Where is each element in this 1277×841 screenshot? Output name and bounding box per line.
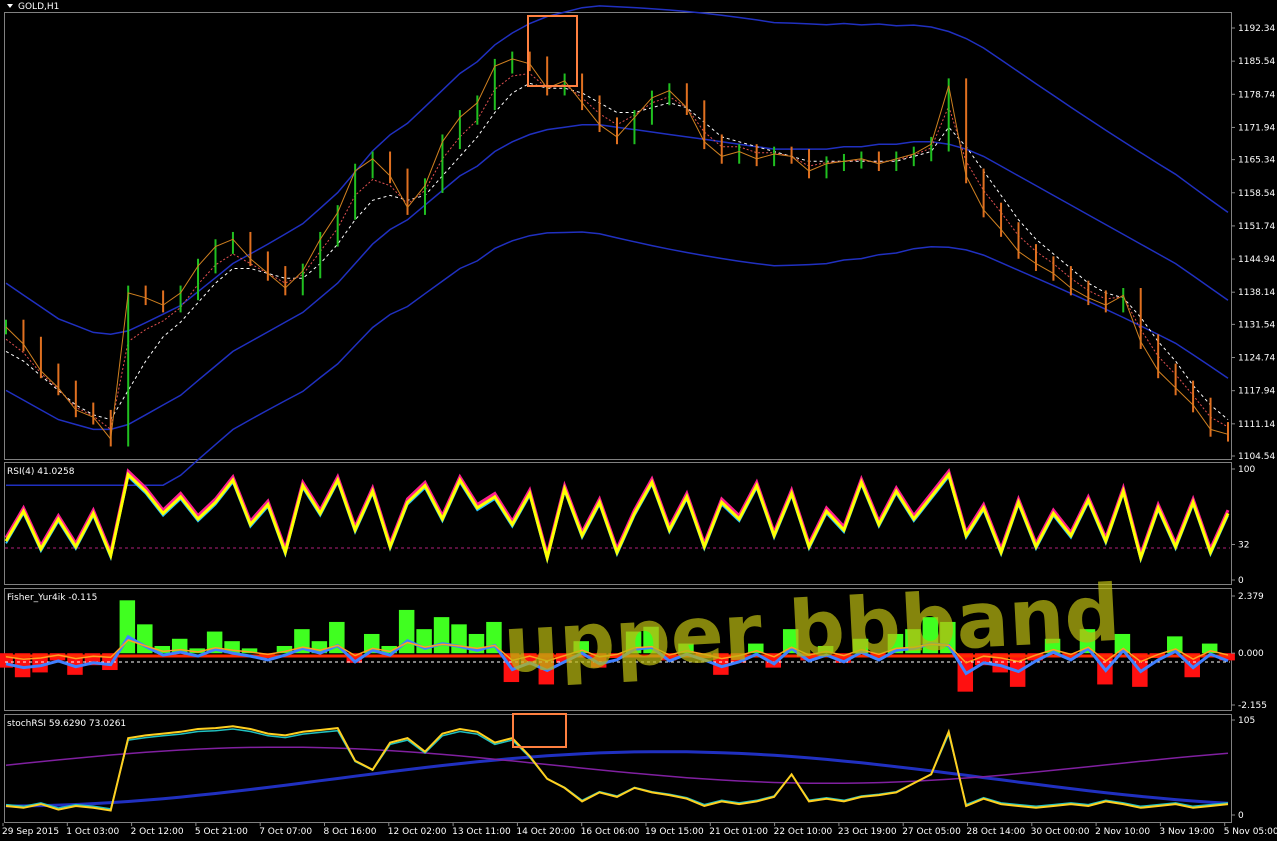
bollinger-bands [5, 5, 1229, 486]
x-tick-label: 14 Oct 20:00 [516, 827, 575, 837]
highlight-box-price [527, 15, 578, 87]
x-tick-label: 29 Sep 2015 [2, 827, 59, 837]
x-tick-label: 8 Oct 16:00 [324, 827, 377, 837]
fisher-title: Fisher_Yur4ik -0.115 [7, 593, 97, 603]
y-tick-label: 1117.94 [1238, 387, 1275, 397]
y-tick-label: 1131.54 [1238, 320, 1275, 330]
main-panel-frame [4, 12, 1232, 460]
x-tick-label: 27 Oct 05:00 [902, 827, 961, 837]
chart-canvas: GOLD,H1 1192.34 1185.54 1178.74 1171.94 1165… [0, 2, 1277, 837]
x-tick-label: 2 Nov 10:00 [1095, 827, 1150, 837]
y-tick-label: 2.379 [1238, 592, 1264, 602]
price-panel: GOLD,H1 1192.34 1185.54 1178.74 1171.94 1165… [5, 2, 1275, 486]
x-tick-label: 22 Oct 10:00 [774, 827, 833, 837]
y-tick-label: 1124.74 [1238, 354, 1275, 364]
x-tick-label: 28 Oct 14:00 [967, 827, 1026, 837]
y-tick-label: 1192.34 [1238, 24, 1275, 34]
y-tick-label: 0 [1238, 576, 1244, 586]
price-axis-ticks: 1192.34 1185.54 1178.74 1171.94 1165.34 1158.… [1231, 24, 1275, 462]
fisher-axis-ticks: 2.379 0.000 -2.155 [1231, 592, 1267, 711]
y-tick-label: 100 [1238, 465, 1255, 475]
rsi-lines [4, 467, 1230, 564]
close-line [5, 58, 1229, 441]
rsi-axis-ticks: 100 32 0 [1231, 465, 1255, 586]
y-tick-label: 1138.14 [1238, 288, 1275, 298]
x-tick-label: 23 Oct 19:00 [838, 827, 897, 837]
y-tick-label: 105 [1238, 716, 1255, 726]
x-tick-label: 13 Oct 11:00 [452, 827, 511, 837]
x-tick-label: 5 Nov 05:00 [1224, 827, 1277, 837]
time-axis-labels: 29 Sep 2015 1 Oct 03:00 2 Oct 12:00 5 Oct 2… [2, 823, 1277, 837]
y-tick-label: 0 [1238, 811, 1244, 821]
stoch-lines [5, 725, 1229, 812]
y-tick-label: 32 [1238, 540, 1249, 550]
x-tick-label: 16 Oct 06:00 [581, 827, 640, 837]
x-tick-label: 5 Oct 21:00 [195, 827, 248, 837]
y-tick-label: 1158.54 [1238, 189, 1275, 199]
x-tick-label: 21 Oct 01:00 [709, 827, 768, 837]
y-tick-label: 1185.54 [1238, 57, 1275, 67]
y-tick-label: -2.155 [1238, 701, 1267, 711]
x-tick-label: 12 Oct 02:00 [388, 827, 447, 837]
watermark-text: upper bbband [501, 569, 1122, 691]
x-tick-label: 2 Oct 12:00 [131, 827, 184, 837]
x-tick-label: 7 Oct 07:00 [259, 827, 312, 837]
y-tick-label: 1151.74 [1238, 222, 1275, 232]
y-tick-label: 1104.54 [1238, 452, 1275, 462]
rsi-magenta-line [4, 467, 1230, 561]
stoch-panel: stochRSI 59.6290 73.0261 105 0 [5, 716, 1255, 821]
panel-collapse-icon[interactable] [7, 4, 13, 8]
stoch-axis-ticks: 105 0 [1231, 716, 1255, 821]
y-tick-label: 1178.74 [1238, 90, 1275, 100]
main-title: GOLD,H1 [18, 2, 59, 12]
rsi-panel: RSI(4) 41.0258 100 32 0 [4, 465, 1255, 586]
stoch-title: stochRSI 59.6290 73.0261 [7, 719, 126, 729]
x-tick-label: 19 Oct 15:00 [645, 827, 704, 837]
bollinger-middle-line [5, 123, 1229, 431]
rsi-title: RSI(4) 41.0258 [7, 467, 75, 477]
stoch-main-line [5, 725, 1229, 812]
fisher-bar [433, 617, 450, 654]
highlight-box-stoch [512, 713, 567, 748]
y-tick-label: 1165.34 [1238, 156, 1275, 166]
y-tick-label: 1171.94 [1238, 123, 1275, 133]
bollinger-upper-line [5, 5, 1229, 335]
y-tick-label: 0.000 [1238, 649, 1264, 659]
x-tick-label: 3 Nov 19:00 [1159, 827, 1214, 837]
y-tick-label: 1111.14 [1238, 420, 1275, 430]
x-tick-label: 30 Oct 00:00 [1031, 827, 1090, 837]
y-tick-label: 1144.94 [1238, 255, 1275, 265]
bollinger-lower-line [6, 231, 1229, 486]
x-tick-label: 1 Oct 03:00 [66, 827, 119, 837]
